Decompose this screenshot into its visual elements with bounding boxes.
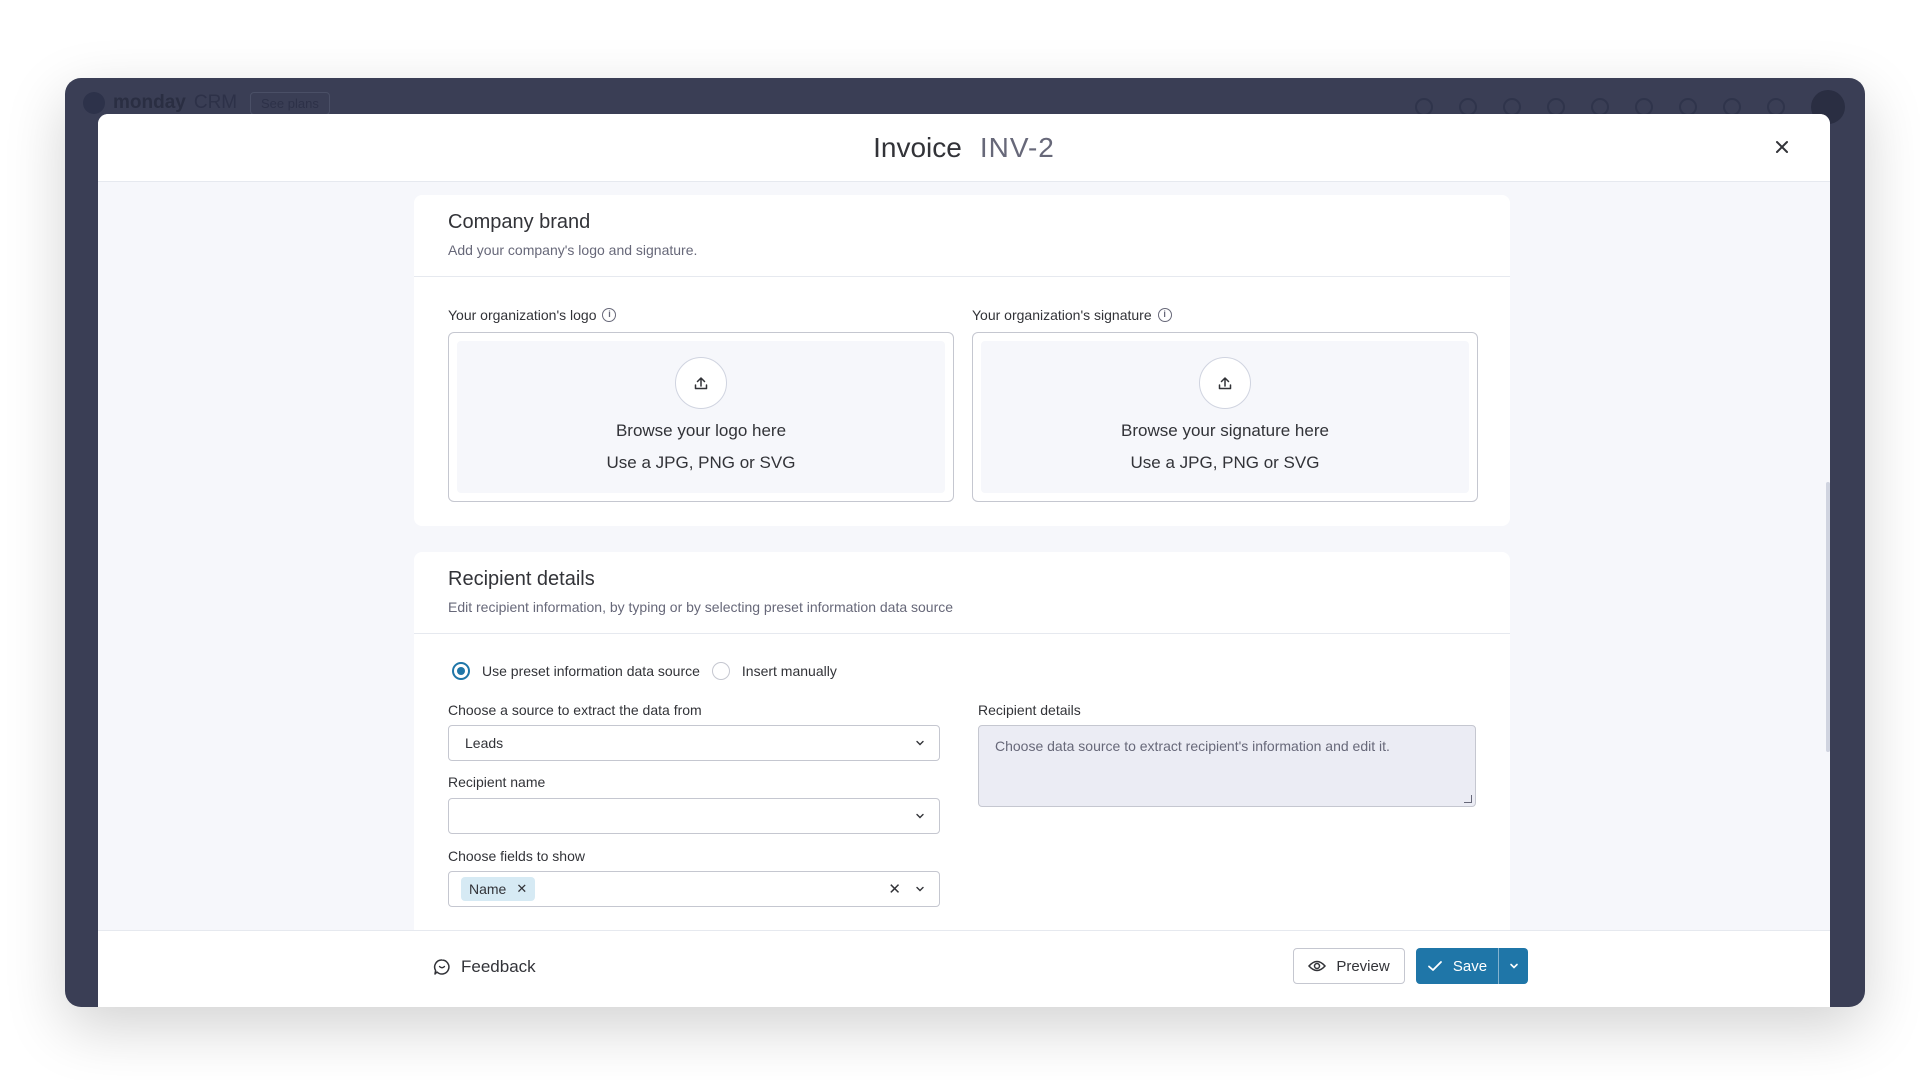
logo-upload-dropzone[interactable]: Browse your logo here Use a JPG, PNG or …	[448, 332, 954, 502]
app-sub-name: CRM	[193, 92, 238, 113]
invoice-id: INV-2	[979, 131, 1055, 163]
recipient-header: Recipient details Edit recipient informa…	[414, 552, 1510, 634]
data-source-radio-group: Use preset information data source Inser…	[452, 662, 849, 680]
feedback-button[interactable]: Feedback	[433, 957, 536, 977]
radio-manual[interactable]	[711, 662, 730, 680]
chip-remove-icon[interactable]: ✕	[516, 881, 527, 897]
app-logo: monday CRM	[83, 92, 237, 114]
chevron-down-icon	[916, 740, 924, 746]
fields-to-show-label: Choose fields to show	[448, 848, 585, 864]
upload-icon	[694, 377, 708, 390]
radio-manual-label[interactable]: Insert manually	[742, 663, 837, 679]
source-value: Leads	[465, 735, 504, 751]
preview-button[interactable]: Preview	[1293, 948, 1405, 984]
close-button[interactable]	[1770, 136, 1794, 160]
monday-logo-icon	[83, 92, 105, 114]
preview-label: Preview	[1336, 957, 1390, 975]
logo-upload-label: Your organization's logo i	[448, 307, 617, 323]
field-chip-label: Name	[469, 881, 507, 897]
company-brand-card: Company brand Add your company's logo an…	[414, 195, 1510, 526]
fields-to-show-select[interactable]: Name ✕ ✕	[448, 871, 940, 907]
recipient-details-textarea[interactable]: Choose data source to extract recipient'…	[978, 725, 1476, 807]
modal-title: Invoice	[873, 131, 962, 163]
check-icon	[1427, 961, 1442, 971]
recipient-details-label: Recipient details	[978, 702, 1081, 718]
logo-label-text: Your organization's logo	[448, 307, 597, 323]
source-select[interactable]: Leads	[448, 725, 940, 761]
save-options-button[interactable]	[1498, 948, 1528, 984]
radio-preset-label[interactable]: Use preset information data source	[482, 663, 700, 679]
save-button[interactable]: Save	[1416, 948, 1498, 984]
upload-button[interactable]	[675, 357, 727, 409]
company-brand-subtitle: Add your company's logo and signature.	[448, 242, 698, 258]
save-split-button: Save	[1416, 948, 1528, 984]
save-label: Save	[1452, 957, 1488, 975]
logo-upload-inner: Browse your logo here Use a JPG, PNG or …	[457, 341, 945, 493]
modal-scrollbar[interactable]	[1826, 482, 1830, 752]
company-brand-header: Company brand Add your company's logo an…	[414, 195, 1510, 277]
invoice-modal: Invoice INV-2 Company brand Add your com…	[98, 114, 1830, 1007]
source-label: Choose a source to extract the data from	[448, 702, 702, 718]
logo-browse-text: Browse your logo here	[615, 421, 787, 440]
recipient-name-select[interactable]	[448, 798, 940, 834]
modal-footer: Feedback Preview Save	[98, 930, 1830, 1007]
eye-icon	[1308, 960, 1327, 972]
recipient-details-placeholder: Choose data source to extract recipient'…	[995, 738, 1390, 754]
signature-upload-label: Your organization's signature i	[972, 307, 1172, 323]
upload-icon	[1218, 377, 1232, 390]
radio-preset[interactable]	[452, 662, 470, 680]
recipient-subtitle: Edit recipient information, by typing or…	[448, 599, 954, 615]
app-name: monday	[113, 92, 186, 113]
chevron-down-icon	[916, 813, 924, 819]
chevron-down-icon	[916, 886, 924, 892]
clear-icon[interactable]: ✕	[888, 880, 901, 898]
logo-format-text: Use a JPG, PNG or SVG	[606, 453, 796, 472]
chevron-down-icon	[1509, 963, 1518, 969]
signature-browse-text: Browse your signature here	[1121, 421, 1329, 440]
signature-upload-dropzone[interactable]: Browse your signature here Use a JPG, PN…	[972, 332, 1478, 502]
close-icon	[1776, 141, 1788, 153]
see-plans-button: See plans	[250, 92, 330, 115]
feedback-label: Feedback	[461, 957, 536, 976]
modal-header: Invoice INV-2	[98, 114, 1830, 182]
signature-format-text: Use a JPG, PNG or SVG	[1130, 453, 1320, 472]
field-chip: Name ✕	[461, 877, 536, 901]
company-brand-title: Company brand	[448, 211, 591, 233]
signature-upload-inner: Browse your signature here Use a JPG, PN…	[981, 341, 1469, 493]
signature-label-text: Your organization's signature	[972, 307, 1152, 323]
recipient-name-label: Recipient name	[448, 774, 546, 790]
upload-button[interactable]	[1199, 357, 1251, 409]
feedback-icon	[433, 959, 450, 975]
resize-handle[interactable]	[1464, 795, 1472, 803]
info-icon[interactable]: i	[1157, 308, 1172, 322]
info-icon[interactable]: i	[602, 308, 617, 322]
modal-body[interactable]: Company brand Add your company's logo an…	[98, 182, 1830, 1007]
recipient-title: Recipient details	[448, 568, 595, 590]
